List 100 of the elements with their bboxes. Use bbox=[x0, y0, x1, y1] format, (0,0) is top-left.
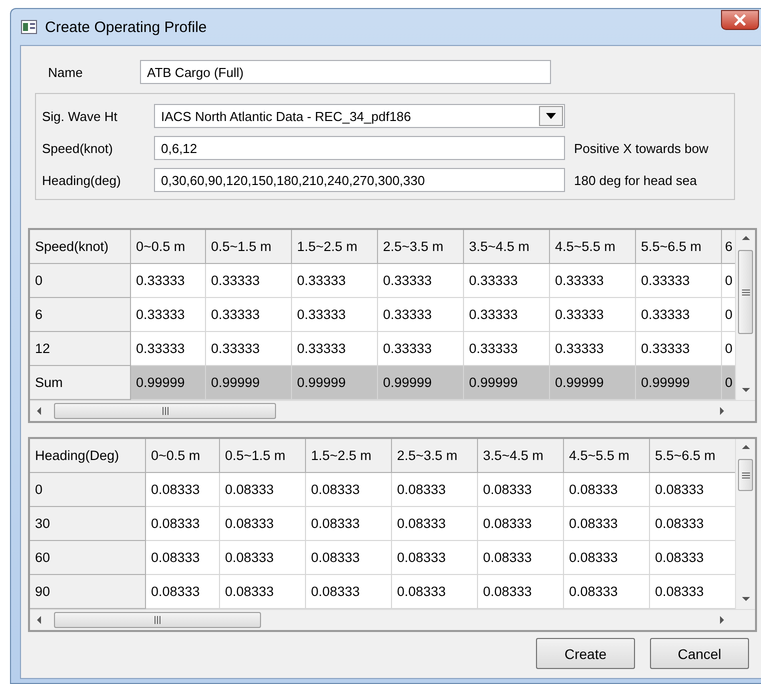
table-cell: 0.08333 bbox=[146, 541, 220, 575]
table-cell: 0.08333 bbox=[392, 541, 478, 575]
table-cell: 0.08333 bbox=[146, 507, 220, 541]
table-cell: 0.33333 bbox=[292, 264, 378, 298]
grip-icon bbox=[742, 288, 750, 296]
table-cell: 0.33333 bbox=[206, 332, 292, 366]
table-cell: 0.08333 bbox=[650, 575, 735, 609]
scroll-thumb[interactable] bbox=[738, 250, 753, 334]
column-header[interactable]: 0.5~1.5 m bbox=[206, 230, 292, 264]
column-header[interactable]: 2.5~3.5 m bbox=[378, 230, 464, 264]
table-cell: 0.08333 bbox=[564, 507, 650, 541]
row-header[interactable]: 90 bbox=[30, 575, 146, 609]
speed-field[interactable]: 0,6,12 bbox=[154, 136, 565, 160]
column-header[interactable]: 3.5~4.5 m bbox=[464, 230, 550, 264]
grip-icon bbox=[742, 472, 750, 478]
create-button[interactable]: Create bbox=[536, 638, 635, 669]
table-cell: 0.99999 bbox=[206, 366, 292, 400]
grip-icon bbox=[162, 407, 168, 415]
speed-note: Positive X towards bow bbox=[574, 140, 708, 156]
table-cell: 0.99999 bbox=[378, 366, 464, 400]
heading-note: 180 deg for head sea bbox=[574, 172, 697, 188]
table-cell: 0.08333 bbox=[478, 507, 564, 541]
name-field[interactable]: ATB Cargo (Full) bbox=[140, 60, 551, 84]
column-header[interactable]: 3.5~4.5 m bbox=[478, 439, 564, 473]
table-cell: 0.99999 bbox=[550, 366, 636, 400]
table-cell: 0.99999 bbox=[464, 366, 550, 400]
table-cell: 0.08333 bbox=[392, 575, 478, 609]
cancel-button[interactable]: Cancel bbox=[650, 638, 749, 669]
table-cell: 0.08333 bbox=[478, 575, 564, 609]
table-cell: 0.08333 bbox=[564, 473, 650, 507]
table-cell: 0.08333 bbox=[220, 575, 306, 609]
table-cell: 0.33333 bbox=[292, 298, 378, 332]
column-header[interactable]: 0~0.5 m bbox=[131, 230, 206, 264]
scroll-thumb[interactable] bbox=[54, 403, 276, 419]
table-cell: 0.33333 bbox=[378, 264, 464, 298]
table-cell: 0.08333 bbox=[392, 507, 478, 541]
table-cell: 0.33333 bbox=[464, 332, 550, 366]
table-cell: 0.08333 bbox=[564, 541, 650, 575]
app-icon bbox=[21, 20, 37, 34]
table-cell: 0.33333 bbox=[550, 298, 636, 332]
table-cell: 0.08333 bbox=[392, 473, 478, 507]
table-cell: 0.08333 bbox=[220, 507, 306, 541]
table-cell: 0.08333 bbox=[564, 575, 650, 609]
column-header[interactable]: 5.5~6.5 m bbox=[636, 230, 722, 264]
heading-label: Heading(deg) bbox=[42, 172, 122, 188]
row-header[interactable]: Sum bbox=[30, 366, 131, 400]
column-header[interactable]: 4.5~5.5 m bbox=[564, 439, 650, 473]
column-header[interactable]: 4.5~5.5 m bbox=[550, 230, 636, 264]
table-cell: 0 bbox=[722, 332, 735, 366]
table-cell: 0 bbox=[722, 298, 735, 332]
table-cell: 0.08333 bbox=[650, 541, 735, 575]
table-cell: 0.08333 bbox=[478, 541, 564, 575]
caret-icon bbox=[546, 113, 556, 119]
table-cell: 0.08333 bbox=[306, 473, 392, 507]
name-label: Name bbox=[47, 64, 84, 80]
column-header[interactable]: 2.5~3.5 m bbox=[392, 439, 478, 473]
table-cell: 0.33333 bbox=[636, 264, 722, 298]
row-header[interactable]: 0 bbox=[30, 473, 146, 507]
close-icon bbox=[733, 14, 747, 26]
column-header[interactable]: Speed(knot) bbox=[30, 230, 131, 264]
table-cell: 0.33333 bbox=[464, 264, 550, 298]
column-header[interactable]: 0.5~1.5 m bbox=[220, 439, 306, 473]
table-cell: 0.33333 bbox=[378, 298, 464, 332]
table-cell: 0.99999 bbox=[292, 366, 378, 400]
row-header[interactable]: 0 bbox=[30, 264, 131, 298]
table-cell: 0.08333 bbox=[220, 541, 306, 575]
table-cell: 0.33333 bbox=[550, 264, 636, 298]
table-cell: 0.33333 bbox=[131, 298, 206, 332]
column-header[interactable]: 1.5~2.5 m bbox=[292, 230, 378, 264]
row-header[interactable]: 30 bbox=[30, 507, 146, 541]
table-cell: 0.08333 bbox=[146, 473, 220, 507]
table-cell: 0.08333 bbox=[478, 473, 564, 507]
table-cell: 0.08333 bbox=[220, 473, 306, 507]
table-cell: 0.33333 bbox=[636, 298, 722, 332]
table-cell: 0.08333 bbox=[306, 575, 392, 609]
row-header[interactable]: 6 bbox=[30, 298, 131, 332]
table-cell: 0.99999 bbox=[131, 366, 206, 400]
table-cell: 0 bbox=[722, 366, 735, 400]
table-cell: 0.33333 bbox=[206, 298, 292, 332]
table-cell: 0.33333 bbox=[131, 264, 206, 298]
close-button[interactable] bbox=[721, 10, 759, 30]
row-header[interactable]: 60 bbox=[30, 541, 146, 575]
table-cell: 0.33333 bbox=[550, 332, 636, 366]
column-header[interactable]: 0~0.5 m bbox=[146, 439, 220, 473]
table-cell: 0.08333 bbox=[306, 507, 392, 541]
table-cell: 0.08333 bbox=[650, 473, 735, 507]
wave-height-label: Sig. Wave Ht bbox=[42, 108, 118, 124]
scroll-thumb[interactable] bbox=[54, 612, 261, 628]
table-cell: 0.08333 bbox=[650, 507, 735, 541]
table-cell: 0.33333 bbox=[131, 332, 206, 366]
heading-field[interactable]: 0,30,60,90,120,150,180,210,240,270,300,330 bbox=[154, 168, 565, 192]
scroll-thumb[interactable] bbox=[738, 459, 753, 491]
wave-height-dropdown[interactable]: IACS North Atlantic Data - REC_34_pdf186 bbox=[154, 104, 565, 128]
table-cell: 0.33333 bbox=[636, 332, 722, 366]
table-cell: 0.33333 bbox=[464, 298, 550, 332]
row-header[interactable]: 12 bbox=[30, 332, 131, 366]
column-header[interactable]: 1.5~2.5 m bbox=[306, 439, 392, 473]
dropdown-button[interactable] bbox=[539, 106, 563, 126]
column-header[interactable]: Heading(Deg) bbox=[30, 439, 146, 473]
table-cell: 0 bbox=[722, 264, 735, 298]
